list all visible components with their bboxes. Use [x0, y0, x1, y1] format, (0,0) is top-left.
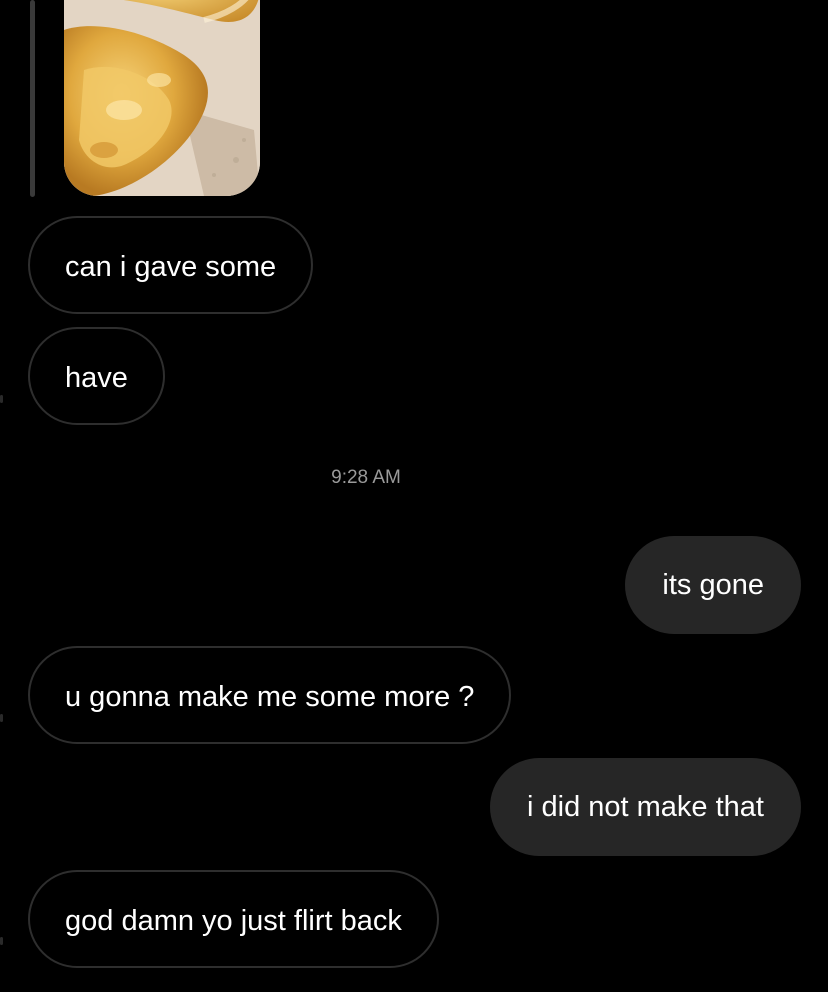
message-timestamp: 9:28 AM: [331, 467, 401, 488]
message-bubble-incoming[interactable]: god damn yo just flirt back: [28, 870, 439, 968]
shared-photo[interactable]: [64, 0, 260, 196]
message-text: god damn yo just flirt back: [65, 905, 402, 937]
message-text: have: [65, 362, 128, 394]
message-text: i did not make that: [527, 791, 764, 823]
message-bubble-outgoing[interactable]: its gone: [625, 536, 801, 634]
message-bubble-outgoing[interactable]: i did not make that: [490, 758, 801, 856]
message-bubble-incoming[interactable]: u gonna make me some more ?: [28, 646, 512, 744]
avatar-edge: [0, 395, 3, 403]
avatar-edge: [0, 937, 3, 945]
message-bubble-incoming[interactable]: can i gave some: [28, 216, 314, 314]
fried-chicken-image: [64, 0, 260, 196]
avatar-edge: [0, 714, 3, 722]
reply-indicator-bar: [30, 0, 35, 197]
message-text: u gonna make me some more ?: [65, 681, 475, 713]
message-text: can i gave some: [65, 251, 277, 283]
message-text: its gone: [662, 569, 764, 601]
message-bubble-incoming[interactable]: have: [28, 327, 165, 425]
